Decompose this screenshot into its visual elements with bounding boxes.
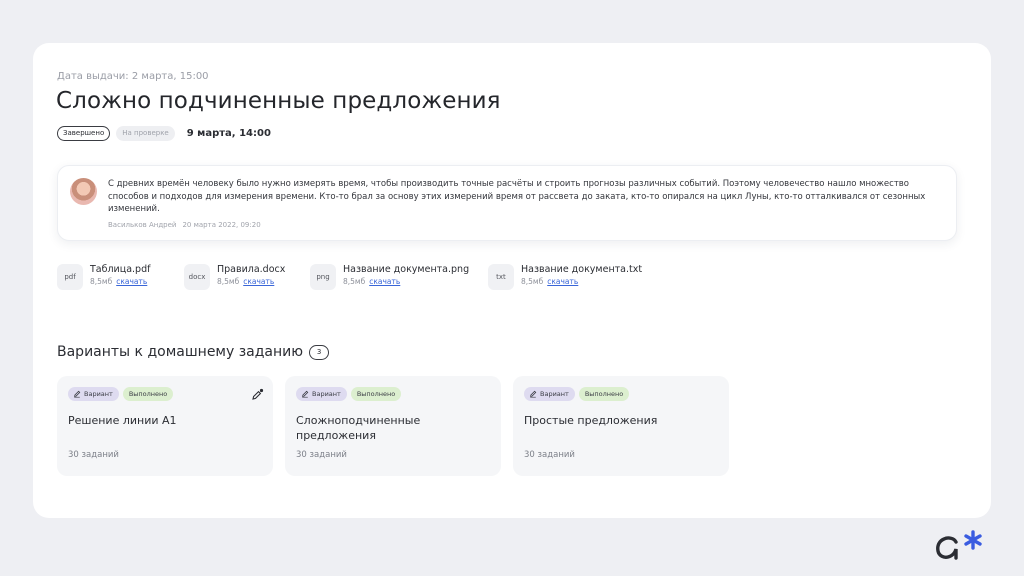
comment-author: Васильков Андрей <box>108 221 177 229</box>
download-link[interactable]: скачать <box>369 277 400 286</box>
attachment-item: png Название документа.png 8,5мб скачать <box>310 264 488 290</box>
variant-tag: Вариант <box>296 387 347 401</box>
variant-task-count: 30 заданий <box>524 450 575 460</box>
variant-card[interactable]: Вариант Выполнено Сложноподчиненные пред… <box>285 376 501 476</box>
download-link[interactable]: скачать <box>243 277 274 286</box>
teacher-comment: С древних времён человеку было нужно изм… <box>57 165 957 241</box>
brand-logo <box>936 530 982 560</box>
variants-count-badge: 3 <box>309 344 330 360</box>
variants-heading: Варианты к домашнему заданию 3 <box>57 344 330 360</box>
comment-date: 20 марта 2022, 09:20 <box>182 221 261 229</box>
file-name: Название документа.txt <box>521 264 643 275</box>
file-png-icon: png <box>310 264 336 290</box>
status-badge-done: Завершено <box>57 126 111 141</box>
file-name: Правила.docx <box>217 264 286 275</box>
file-name: Таблица.pdf <box>90 264 151 275</box>
avatar <box>70 178 97 205</box>
variant-tag: Вариант <box>68 387 119 401</box>
deadline: 9 марта, 14:00 <box>186 128 271 139</box>
issue-date: Дата выдачи: 2 марта, 15:00 <box>57 71 209 82</box>
attachments-list: pdf Таблица.pdf 8,5мб скачать docx Правил… <box>57 264 642 290</box>
comment-meta: Васильков Андрей 20 марта 2022, 09:20 <box>108 221 261 229</box>
attachment-item: txt Название документа.txt 8,5мб скачать <box>488 264 642 290</box>
variant-card[interactable]: Вариант Выполнено Решение линии А1 30 за… <box>57 376 273 476</box>
file-name: Название документа.png <box>343 264 470 275</box>
status-row: Завершено На проверке 9 марта, 14:00 <box>57 126 271 141</box>
pencil-icon <box>302 390 309 398</box>
variant-title: Сложноподчиненные предложения <box>296 414 421 442</box>
status-badge-review: На проверке <box>116 126 175 141</box>
assignment-card: Дата выдачи: 2 марта, 15:00 Сложно подчи… <box>33 43 991 518</box>
file-docx-icon: docx <box>184 264 210 290</box>
completed-tag: Выполнено <box>122 387 174 401</box>
completed-tag: Выполнено <box>578 387 630 401</box>
variant-tag-label: Вариант <box>540 390 569 398</box>
variant-tag: Вариант <box>524 387 575 401</box>
file-size: 8,5мб <box>343 277 366 286</box>
variants-title: Варианты к домашнему заданию <box>57 344 304 360</box>
variant-tag-label: Вариант <box>312 390 341 398</box>
attachment-item: pdf Таблица.pdf 8,5мб скачать <box>57 264 184 290</box>
file-txt-icon: txt <box>488 264 514 290</box>
file-size: 8,5мб <box>217 277 240 286</box>
completed-tag: Выполнено <box>350 387 402 401</box>
variant-title: Простые предложения <box>524 414 658 427</box>
pencil-icon <box>530 390 537 398</box>
variant-task-count: 30 заданий <box>296 450 347 460</box>
variant-tag-label: Вариант <box>84 390 113 398</box>
variant-task-count: 30 заданий <box>68 450 119 460</box>
variant-title: Решение линии А1 <box>68 414 177 427</box>
download-link[interactable]: скачать <box>547 277 578 286</box>
page-title: Сложно подчиненные предложения <box>56 88 501 114</box>
download-link[interactable]: скачать <box>116 277 147 286</box>
pencil-icon <box>74 390 81 398</box>
edit-notification-icon[interactable] <box>250 388 264 402</box>
comment-text: С древних времён человеку было нужно изм… <box>108 179 926 214</box>
file-size: 8,5мб <box>90 277 113 286</box>
file-pdf-icon: pdf <box>57 264 83 290</box>
variant-card[interactable]: Вариант Выполнено Простые предложения 30… <box>513 376 729 476</box>
attachment-item: docx Правила.docx 8,5мб скачать <box>184 264 310 290</box>
file-size: 8,5мб <box>521 277 544 286</box>
